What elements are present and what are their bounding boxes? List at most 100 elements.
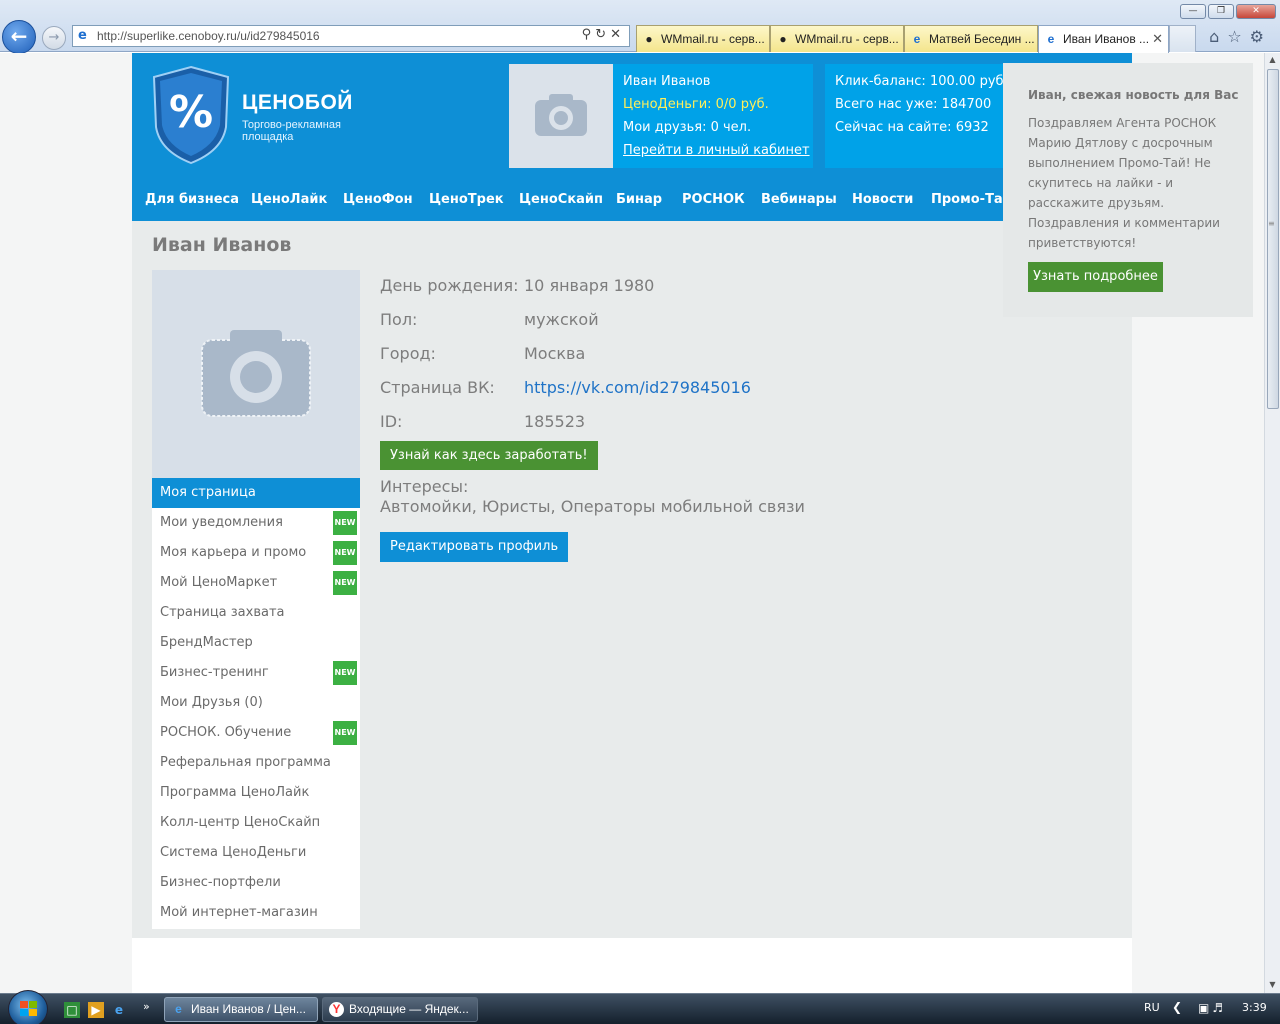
home-icon[interactable]: ⌂	[1209, 27, 1227, 46]
sidebar-item-brandmaster[interactable]: БрендМастер	[152, 628, 360, 658]
new-badge: NEW	[333, 571, 357, 595]
tray-expand-icon[interactable]: ❮	[1172, 1000, 1182, 1014]
tray-icons: ▣♬	[1198, 1001, 1226, 1015]
sidebar-item-my-page[interactable]: Моя страница	[152, 478, 360, 508]
camera-icon	[201, 330, 311, 417]
volume-icon[interactable]: ♬	[1212, 1001, 1226, 1015]
nav-item-webinars[interactable]: Вебинары	[761, 192, 837, 207]
tab-title: WMmail.ru - серв...	[661, 32, 765, 46]
sidebar-item-portfolios[interactable]: Бизнес-портфели	[152, 868, 360, 898]
windows-logo-icon	[20, 1001, 37, 1016]
sidebar-item-business-training[interactable]: Бизнес-тренинг NEW	[152, 658, 360, 688]
minimize-button[interactable]: —	[1180, 4, 1206, 19]
user-name[interactable]: Иван Иванов	[623, 74, 710, 89]
main-nav: Для бизнеса ЦеноЛайк ЦеноФон ЦеноТрек Це…	[132, 179, 1132, 221]
total-users: Всего нас уже: 184700	[835, 97, 992, 112]
user-box: Иван Иванов ЦеноДеньги: 0/0 руб. Мои дру…	[509, 64, 813, 168]
scroll-grip-icon: ≡	[1268, 219, 1275, 228]
logo-tagline: Торгово-рекламная площадка	[242, 119, 341, 143]
nav-item-promo-tai[interactable]: Промо-Тай	[931, 192, 1012, 207]
sidebar-item-label: Бизнес-тренинг	[160, 665, 269, 680]
city-value: Москва	[524, 344, 586, 363]
taskbar-item-yandex[interactable]: Y Входящие — Яндек...	[322, 997, 478, 1022]
nav-item-binar[interactable]: Бинар	[616, 192, 662, 207]
nav-item-news[interactable]: Новости	[852, 192, 913, 207]
sidebar-item-notifications[interactable]: Мои уведомления NEW	[152, 508, 360, 538]
avatar[interactable]	[509, 64, 613, 168]
taskbar-item-browser[interactable]: e Иван Иванов / Цен...	[164, 997, 318, 1022]
tab-title: Иван Иванов ...	[1063, 32, 1150, 46]
stats-box: Клик-баланс: 100.00 руб. Всего нас уже: …	[825, 64, 1008, 168]
favorites-star-icon[interactable]: ☆	[1227, 27, 1249, 46]
stop-icon[interactable]: ✕	[610, 27, 625, 42]
sidebar-item-rosnok-training[interactable]: РОСНОК. Обучение NEW	[152, 718, 360, 748]
sidebar-item-call-center[interactable]: Колл-центр ЦеноСкайп	[152, 808, 360, 838]
browser-tab-active[interactable]: e Иван Иванов ... ✕	[1038, 25, 1169, 53]
address-url[interactable]: http://superlike.cenoboy.ru/u/id27984501…	[97, 29, 320, 43]
shield-logo-icon[interactable]: %	[152, 65, 230, 165]
gear-icon[interactable]: ⚙	[1250, 27, 1272, 46]
wmmail-icon: ●	[645, 32, 653, 46]
nav-item-cenoskype[interactable]: ЦеноСкайп	[519, 192, 603, 207]
clock[interactable]: 3:39	[1242, 1001, 1267, 1014]
nav-item-cenotrek[interactable]: ЦеноТрек	[429, 192, 504, 207]
browser-tab[interactable]: e Матвей Беседин ...	[904, 25, 1038, 52]
restore-button[interactable]: ❐	[1208, 4, 1234, 19]
sidebar: Моя страница Мои уведомления NEW Моя карь…	[152, 270, 360, 929]
ie-icon[interactable]: e	[111, 1002, 127, 1018]
vertical-scrollbar[interactable]: ▲ ≡ ▼	[1264, 53, 1280, 993]
sidebar-item-label: Мой интернет-магазин	[160, 905, 318, 920]
tab-close-icon[interactable]: ✕	[1152, 31, 1163, 47]
nav-item-cenofon[interactable]: ЦеноФон	[343, 192, 413, 207]
sidebar-item-career[interactable]: Моя карьера и промо NEW	[152, 538, 360, 568]
browser-toolbar-icons: ⌂☆⚙	[1209, 27, 1272, 46]
vk-link[interactable]: https://vk.com/id279845016	[524, 378, 751, 397]
network-icon[interactable]: ▣	[1198, 1001, 1212, 1015]
sidebar-item-referral[interactable]: Реферальная программа	[152, 748, 360, 778]
sidebar-item-online-store[interactable]: Мой интернет-магазин	[152, 898, 360, 928]
new-tab-button[interactable]	[1169, 25, 1196, 52]
media-player-icon[interactable]: ▶	[88, 1002, 104, 1018]
quicklaunch-more-icon[interactable]: »	[143, 1000, 150, 1013]
news-text: Поздравляем Агента РОСНОК Марию Дятлову …	[1028, 116, 1220, 250]
back-button[interactable]: ←	[2, 20, 36, 54]
id-label: ID:	[380, 412, 403, 431]
address-tools[interactable]: ⚲↻✕	[582, 27, 625, 42]
sidebar-item-cenomarket[interactable]: Мой ЦеноМаркет NEW	[152, 568, 360, 598]
cabinet-link[interactable]: Перейти в личный кабинет	[623, 143, 810, 158]
browser-tab[interactable]: ● WMmail.ru - серв...	[636, 25, 770, 52]
nav-item-rosnok[interactable]: РОСНОК	[682, 192, 745, 207]
taskbar-item-label: Входящие — Яндек...	[349, 1002, 469, 1016]
site-header: % ЦЕНОБОЙ Торгово-рекламная площадка Ива…	[132, 53, 1132, 179]
search-icon[interactable]: ⚲	[582, 27, 596, 42]
address-bar[interactable]: e http://superlike.cenoboy.ru/u/id279845…	[72, 25, 630, 47]
wmmail-icon: ●	[779, 32, 787, 46]
sidebar-item-label: Система ЦеноДеньги	[160, 845, 307, 860]
browser-tab[interactable]: ● WMmail.ru - серв...	[770, 25, 904, 52]
content-area: Иван Иванов Моя страница Мои уведомления…	[132, 221, 1132, 938]
news-popup: Иван, свежая новость для Вас Поздравляем…	[1003, 63, 1253, 317]
refresh-icon[interactable]: ↻	[595, 27, 610, 42]
edit-profile-button[interactable]: Редактировать профиль	[380, 532, 569, 562]
nav-item-business[interactable]: Для бизнеса	[145, 192, 239, 207]
close-window-button[interactable]: ✕	[1236, 4, 1276, 19]
sidebar-item-cenodengi[interactable]: Система ЦеноДеньги	[152, 838, 360, 868]
news-more-button[interactable]: Узнать подробнее	[1028, 262, 1163, 292]
ie-icon: e	[1047, 32, 1055, 46]
earn-button[interactable]: Узнай как здесь заработать!	[380, 441, 598, 470]
start-button[interactable]	[8, 990, 48, 1024]
scroll-up-arrow-icon[interactable]: ▲	[1267, 55, 1278, 66]
scrollbar-thumb[interactable]	[1267, 69, 1279, 409]
show-desktop-icon[interactable]: □	[64, 1002, 80, 1018]
nav-item-cenolike[interactable]: ЦеноЛайк	[251, 192, 327, 207]
page-container: % ЦЕНОБОЙ Торгово-рекламная площадка Ива…	[132, 53, 1132, 993]
gender-label: Пол:	[380, 310, 418, 329]
forward-button[interactable]: →	[42, 26, 66, 50]
scroll-down-arrow-icon[interactable]: ▼	[1267, 980, 1278, 991]
sidebar-item-capture-page[interactable]: Страница захвата	[152, 598, 360, 628]
language-indicator[interactable]: RU	[1144, 1001, 1160, 1014]
sidebar-item-friends[interactable]: Мои Друзья (0)	[152, 688, 360, 718]
sidebar-item-cenolike-program[interactable]: Программа ЦеноЛайк	[152, 778, 360, 808]
profile-photo[interactable]	[152, 270, 360, 478]
sidebar-item-label: Программа ЦеноЛайк	[160, 785, 310, 800]
